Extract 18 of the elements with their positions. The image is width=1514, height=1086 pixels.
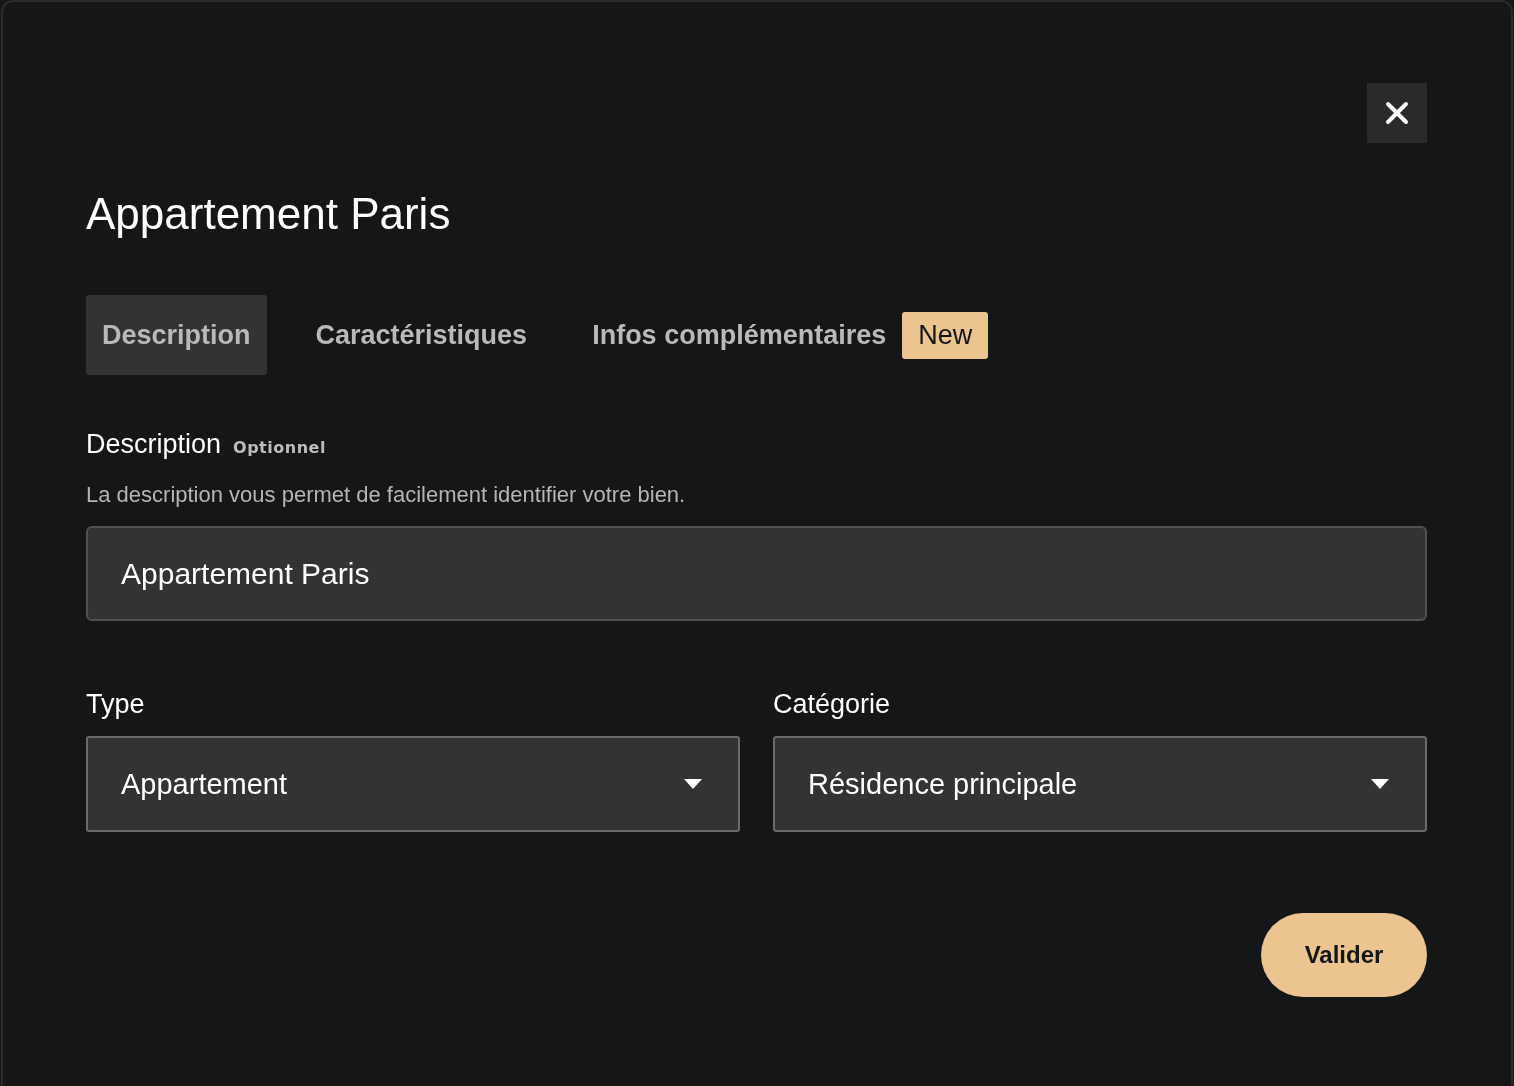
tab[interactable]: Description bbox=[86, 295, 267, 375]
dialog-title: Appartement Paris bbox=[86, 188, 452, 240]
dropdown[interactable]: Résidence principale bbox=[773, 736, 1427, 832]
input-field[interactable]: Appartement Paris bbox=[86, 526, 1427, 621]
close-icon bbox=[1385, 101, 1409, 125]
field-label: Type bbox=[86, 689, 146, 720]
tab[interactable]: Infos complémentaires New bbox=[576, 295, 1005, 375]
field-label: Catégorie bbox=[773, 689, 892, 720]
tab[interactable]: Caractéristiques bbox=[299, 295, 544, 375]
close-button[interactable] bbox=[1367, 83, 1427, 143]
optional-hint: Optionnel bbox=[233, 438, 326, 457]
caret-icon bbox=[1371, 779, 1389, 789]
submit-button[interactable]: Valider bbox=[1261, 913, 1427, 997]
caret-icon bbox=[684, 779, 702, 789]
help-text: La description vous permet de facilement identifier votre bien. bbox=[86, 482, 687, 508]
field-label: Description bbox=[86, 429, 222, 460]
new-badge: New bbox=[902, 311, 989, 359]
dropdown[interactable]: Appartement bbox=[86, 736, 740, 832]
